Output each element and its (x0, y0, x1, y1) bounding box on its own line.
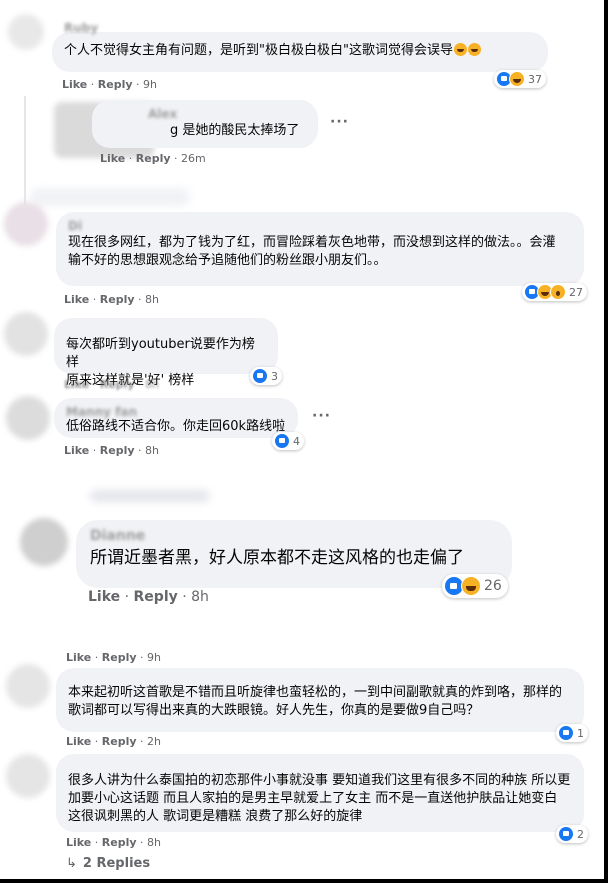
comment-actions: Like · Reply · 26m (100, 152, 206, 165)
comment-author[interactable]: Di (68, 218, 572, 234)
reaction-count: 37 (528, 72, 542, 86)
comment-author[interactable] (66, 324, 266, 336)
reaction-count: 2 (577, 827, 584, 841)
comment-text: 现在很多网红，都为了钱为了红，而冒险踩着灰色地带，而没想到这样的做法。。会灌输不… (68, 235, 556, 268)
reply-link[interactable]: Reply (134, 589, 178, 605)
reply-link[interactable]: Reply (100, 293, 135, 306)
reaction-summary[interactable]: 2 (556, 825, 588, 843)
reaction-summary[interactable]: 37 (494, 70, 546, 88)
avatar[interactable] (8, 14, 44, 50)
avatar[interactable] (4, 202, 48, 246)
more-options-icon[interactable]: ··· (330, 114, 349, 130)
comment-actions: Like · Reply · 9h (66, 651, 161, 664)
comment-author[interactable]: Ruby (64, 20, 98, 36)
comment-text: 低俗路线不适合你。你走回60k路线啦 (66, 419, 286, 434)
comment-time[interactable]: 9h (147, 651, 161, 664)
comment-time[interactable]: 9h (143, 78, 157, 91)
like-reaction-icon (558, 725, 574, 741)
collapsed-replies-strip (90, 490, 210, 502)
view-replies-link[interactable]: ↳ 2 Replies (66, 856, 150, 871)
comment-actions: Like · Reply · 9h (62, 78, 157, 91)
like-link[interactable]: Like (88, 589, 120, 605)
comment-author[interactable]: Alex (104, 106, 306, 122)
avatar[interactable] (6, 754, 50, 798)
like-link[interactable]: Like (66, 836, 91, 849)
comment-actions: Like · Reply · 8h (64, 378, 159, 391)
reply-link[interactable]: Reply (102, 735, 137, 748)
avatar[interactable] (6, 664, 50, 708)
comment-text-line: 每次都听到youtuber说要作为榜样 (66, 337, 255, 370)
reaction-summary[interactable]: 27 (522, 283, 587, 301)
comment-time[interactable]: 2h (147, 735, 161, 748)
comment-text: 所谓近墨者黑，好人原本都不走这风格的也走偏了 (90, 548, 464, 568)
comment-bubble: 每次都听到youtuber说要作为榜样 原来这样就是'好' 榜样 (54, 318, 278, 388)
grin-emoji-icon (467, 43, 481, 56)
comment-time[interactable]: 26m (181, 152, 206, 165)
like-link[interactable]: Like (62, 78, 87, 91)
reaction-summary[interactable]: 26 (442, 574, 508, 598)
reply-link[interactable]: Reply (136, 152, 171, 165)
comment-feed: Ruby 个人不觉得女主角有问题，是听到"极白极白极白"这歌词觉得会误导 Lik… (0, 0, 608, 883)
reaction-summary[interactable]: 4 (272, 432, 304, 450)
comment-author[interactable]: Dianne (90, 528, 498, 546)
reply-link[interactable]: Reply (102, 836, 137, 849)
like-link[interactable]: Like (100, 152, 125, 165)
avatar[interactable] (6, 396, 50, 440)
thread-line (24, 96, 26, 206)
wow-reaction-icon (550, 284, 566, 300)
reply-link[interactable]: Reply (102, 651, 137, 664)
comment-actions: Like · Reply · 2h (66, 735, 161, 748)
comment-author[interactable] (68, 674, 572, 684)
collapsed-replies-strip (30, 188, 190, 206)
comment-bubble: Alex g 是她的酸民太捧场了 (92, 100, 318, 148)
like-reaction-icon (274, 433, 290, 449)
like-link[interactable]: Like (64, 293, 89, 306)
comment-text: 很多人讲为什么泰国拍的初恋那件小事就没事 要知道我们这里有很多不同的种族 所以更… (68, 773, 571, 824)
comment-bubble: Ruby 个人不觉得女主角有问题，是听到"极白极白极白"这歌词觉得会误导 (52, 21, 548, 72)
haha-reaction-icon (461, 576, 481, 596)
reply-arrow-icon: ↳ (66, 856, 77, 871)
reaction-summary[interactable]: 3 (250, 367, 282, 385)
comment-time[interactable]: 8h (191, 589, 209, 605)
comment-time[interactable]: 8h (145, 293, 159, 306)
comment-text: g 是她的酸民太捧场了 (170, 123, 300, 138)
reply-link[interactable]: Reply (100, 444, 135, 457)
reaction-count: 4 (293, 434, 300, 448)
comment-time[interactable]: 8h (145, 378, 159, 391)
comment-actions: Like · Reply · 8h (64, 293, 159, 306)
grin-emoji-icon (453, 43, 467, 56)
comment-author[interactable] (68, 760, 572, 772)
like-link[interactable]: Like (64, 444, 89, 457)
reaction-count: 26 (484, 578, 502, 594)
comment-author[interactable]: Manny fan (66, 404, 286, 419)
avatar[interactable] (4, 312, 48, 356)
reaction-count: 3 (271, 369, 278, 383)
more-options-icon[interactable]: ··· (312, 408, 331, 424)
reply-link[interactable]: Reply (100, 378, 135, 391)
avatar[interactable] (20, 518, 68, 566)
comment-text: 个人不觉得女主角有问题，是听到"极白极白极白"这歌词觉得会误导 (64, 38, 536, 60)
like-link[interactable]: Like (66, 735, 91, 748)
like-reaction-icon (558, 826, 574, 842)
comment-text: 本来起初听这首歌是不错而且听旋律也蛮轻松的，一到中间副歌就真的炸到咯，那样的歌词… (68, 685, 563, 718)
like-reaction-icon (252, 368, 268, 384)
comment-time[interactable]: 8h (145, 444, 159, 457)
comment-actions: Like · Reply · 8h (66, 836, 161, 849)
reaction-count: 1 (577, 726, 584, 740)
reaction-count: 27 (569, 285, 583, 299)
reaction-summary[interactable]: 1 (556, 724, 588, 742)
comment-text-body: 个人不觉得女主角有问题，是听到"极白极白极白"这歌词觉得会误导 (64, 43, 453, 58)
comment-actions: Like · Reply · 8h (88, 589, 209, 605)
comment-time[interactable]: 8h (147, 836, 161, 849)
like-link[interactable]: Like (64, 378, 89, 391)
haha-reaction-icon (509, 71, 525, 87)
comment-bubble: Manny fan 低俗路线不适合你。你走回60k路线啦 (54, 398, 298, 438)
like-link[interactable]: Like (66, 651, 91, 664)
replies-count-label[interactable]: 2 Replies (83, 856, 150, 871)
comment-bubble: 很多人讲为什么泰国拍的初恋那件小事就没事 要知道我们这里有很多不同的种族 所以更… (56, 754, 584, 832)
comment-bubble: Di 现在很多网红，都为了钱为了红，而冒险踩着灰色地带，而没想到这样的做法。。会… (56, 212, 584, 286)
reply-link[interactable]: Reply (98, 78, 133, 91)
comment-actions: Like · Reply · 8h (64, 444, 159, 457)
comment-bubble: 本来起初听这首歌是不错而且听旋律也蛮轻松的，一到中间副歌就真的炸到咯，那样的歌词… (56, 668, 584, 732)
